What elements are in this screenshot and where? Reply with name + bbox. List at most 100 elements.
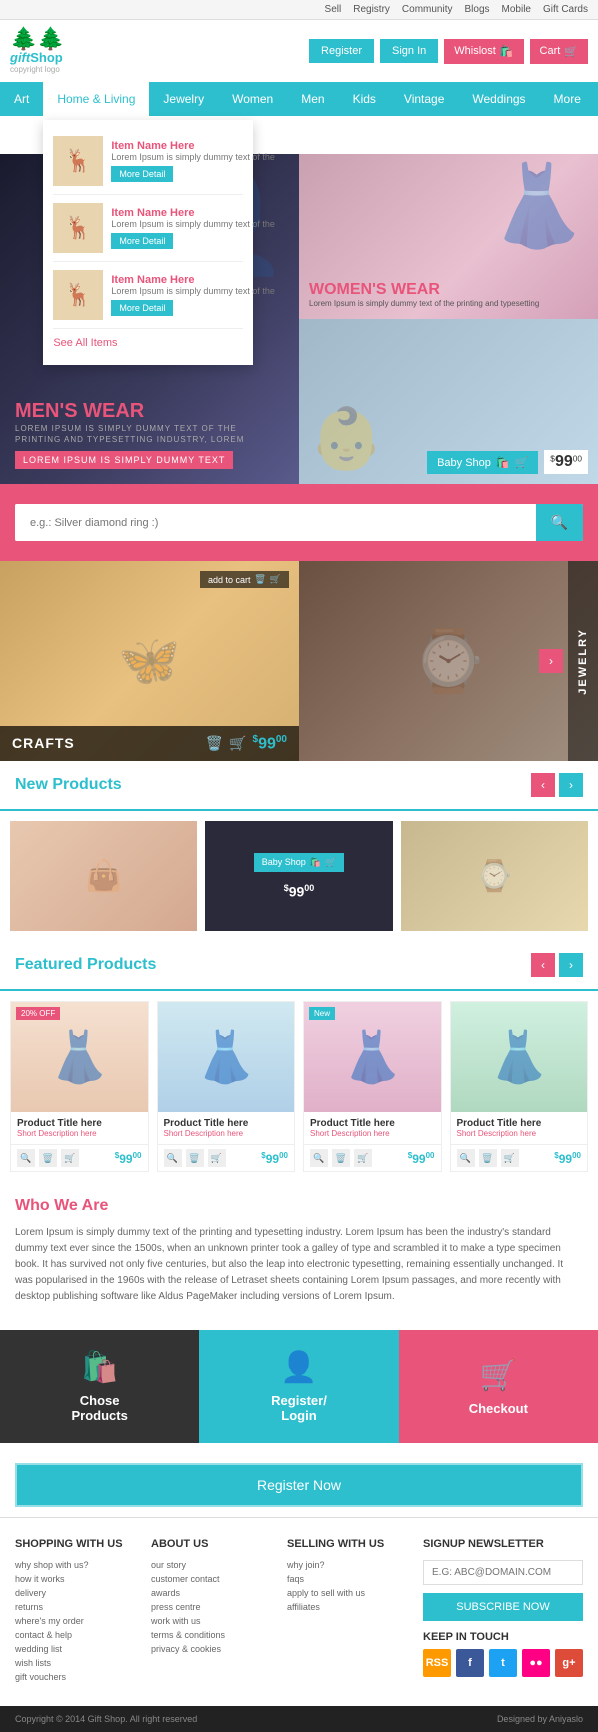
featured-card-1-footer: 🔍 🗑️ 🛒 $9900	[11, 1144, 148, 1171]
footer-link-awards[interactable]: awards	[151, 1588, 272, 1598]
footer-link-our-story[interactable]: our story	[151, 1560, 272, 1570]
nav-item-home-living[interactable]: Home & Living 🦌 Item Name Here Lorem Ips…	[43, 82, 149, 116]
footer-about-title: ABOUT US	[151, 1538, 272, 1550]
new-product-2-img: Baby Shop 🛍️ 🛒 $9900	[205, 821, 392, 931]
step-register-icon: 👤	[280, 1350, 317, 1385]
googleplus-icon[interactable]: g+	[555, 1649, 583, 1677]
footer-link-why-shop[interactable]: why shop with us?	[15, 1560, 136, 1570]
nav-item-more[interactable]: More	[540, 82, 595, 116]
dropdown-item-3-desc: Lorem Ipsum is simply dummy text of the	[111, 286, 275, 298]
footer-link-terms[interactable]: terms & conditions	[151, 1630, 272, 1640]
footer-link-contact[interactable]: contact & help	[15, 1630, 136, 1640]
cart-button[interactable]: Cart 🛒	[530, 39, 588, 64]
featured-card-4-wishlist-btn[interactable]: 🔍	[457, 1149, 475, 1167]
see-all-items-link[interactable]: See All Items	[53, 329, 243, 357]
footer-link-work-with-us[interactable]: work with us	[151, 1616, 272, 1626]
footer-link-wish[interactable]: wish lists	[15, 1658, 136, 1668]
featured-card-4-title: Product Title here	[457, 1118, 582, 1129]
featured-card-2-trash-btn[interactable]: 🗑️	[186, 1149, 204, 1167]
footer-link-apply[interactable]: apply to sell with us	[287, 1588, 408, 1598]
topbar-mobile[interactable]: Mobile	[502, 4, 531, 15]
baby-shop-card-btn[interactable]: Baby Shop 🛍️ 🛒	[254, 853, 344, 872]
footer-link-gift[interactable]: gift vouchers	[15, 1672, 136, 1682]
footer-newsletter-title: SIGNUP NEWSLETTER	[423, 1538, 583, 1550]
logo-area: 🌲🌲 giftShop copyright logo	[10, 28, 65, 74]
baby-card-wishlist-icon: 🛍️	[310, 857, 321, 868]
featured-card-3-trash-btn[interactable]: 🗑️	[332, 1149, 350, 1167]
nav-item-men[interactable]: Men	[287, 82, 338, 116]
footer-link-my-order[interactable]: where's my order	[15, 1616, 136, 1626]
dropdown-item-2-title: Item Name Here	[111, 207, 275, 219]
footer-link-returns[interactable]: returns	[15, 1602, 136, 1612]
footer-link-privacy[interactable]: privacy & cookies	[151, 1644, 272, 1654]
dropdown-item-1-btn[interactable]: More Detail	[111, 166, 173, 182]
nav-item-art[interactable]: Art	[0, 82, 43, 116]
topbar-giftcards[interactable]: Gift Cards	[543, 4, 588, 15]
mens-wear-subtitle: LOREM IPSUM IS SIMPLY DUMMY TEXT OF THE …	[15, 423, 284, 445]
baby-price-badge: $9900	[544, 450, 588, 474]
footer-link-customer-contact[interactable]: customer contact	[151, 1574, 272, 1584]
footer-link-delivery[interactable]: delivery	[15, 1588, 136, 1598]
wishlist-button[interactable]: Whislost 🛍️	[444, 39, 523, 64]
featured-card-2-wishlist-btn[interactable]: 🔍	[164, 1149, 182, 1167]
footer-link-why-join[interactable]: why join?	[287, 1560, 408, 1570]
new-products-prev-btn[interactable]: ‹	[531, 773, 555, 797]
register-now-button[interactable]: Register Now	[15, 1463, 583, 1507]
rss-icon[interactable]: RSS	[423, 1649, 451, 1677]
featured-card-3-cart-btn[interactable]: 🛒	[354, 1149, 372, 1167]
search-input[interactable]	[15, 504, 536, 541]
nav-item-kids[interactable]: Kids	[339, 82, 390, 116]
dropdown-item-3-btn[interactable]: More Detail	[111, 300, 173, 316]
footer-link-faqs[interactable]: faqs	[287, 1574, 408, 1584]
showcase-next-button[interactable]: ›	[539, 649, 563, 673]
signin-button[interactable]: Sign In	[380, 39, 438, 63]
crafts-price-area: 🗑️ 🛒 $9900	[206, 734, 287, 753]
register-now-section: Register Now	[0, 1453, 598, 1517]
featured-card-3-wishlist-btn[interactable]: 🔍	[310, 1149, 328, 1167]
featured-card-1-cart-btn[interactable]: 🛒	[61, 1149, 79, 1167]
register-button[interactable]: Register	[309, 39, 374, 63]
dropdown-item-2-text: Item Name Here Lorem Ipsum is simply dum…	[111, 207, 275, 250]
twitter-icon[interactable]: t	[489, 1649, 517, 1677]
add-to-cart-overlay[interactable]: add to cart 🗑️ 🛒	[200, 571, 289, 588]
new-products-next-btn[interactable]: ›	[559, 773, 583, 797]
nav-item-jewelry[interactable]: Jewelry	[149, 82, 218, 116]
keep-in-touch-title: KEEP IN TOUCH	[423, 1631, 583, 1643]
footer-link-how-it-works[interactable]: how it works	[15, 1574, 136, 1584]
facebook-icon[interactable]: f	[456, 1649, 484, 1677]
new-product-3-img: ⌚	[401, 821, 588, 931]
step-register-login: 👤 Register/Login	[199, 1330, 398, 1443]
wishlist-icon-baby: 🛍️	[496, 456, 510, 469]
featured-next-btn[interactable]: ›	[559, 953, 583, 977]
nav-item-women[interactable]: Women	[218, 82, 287, 116]
nav-item-weddings[interactable]: Weddings	[458, 82, 539, 116]
search-button[interactable]: 🔍	[536, 504, 583, 541]
featured-card-2-cart-btn[interactable]: 🛒	[208, 1149, 226, 1167]
featured-prev-btn[interactable]: ‹	[531, 953, 555, 977]
new-product-3: ⌚	[401, 821, 588, 931]
baby-shop-button[interactable]: Baby Shop 🛍️ 🛒	[427, 451, 538, 474]
baby-card-cart-icon: 🛒	[325, 857, 336, 868]
topbar-registry[interactable]: Registry	[353, 4, 390, 15]
crafts-price: $9900	[253, 734, 287, 753]
dropdown-item-2-btn[interactable]: More Detail	[111, 233, 173, 249]
newsletter-email-input[interactable]	[423, 1560, 583, 1585]
featured-card-1-wishlist-btn[interactable]: 🔍	[17, 1149, 35, 1167]
footer-link-press[interactable]: press centre	[151, 1602, 272, 1612]
featured-card-1-info: Product Title here Short Description her…	[11, 1112, 148, 1144]
footer-link-wedding[interactable]: wedding list	[15, 1644, 136, 1654]
nav-item-vintage[interactable]: Vintage	[390, 82, 458, 116]
new-products-nav: ‹ ›	[531, 773, 583, 797]
topbar-sell[interactable]: Sell	[325, 4, 342, 15]
featured-card-1-desc: Short Description here	[17, 1129, 142, 1138]
dropdown-item-3-title: Item Name Here	[111, 274, 275, 286]
featured-card-1-trash-btn[interactable]: 🗑️	[39, 1149, 57, 1167]
topbar-blogs[interactable]: Blogs	[465, 4, 490, 15]
featured-card-4-cart-btn[interactable]: 🛒	[501, 1149, 519, 1167]
flickr-icon[interactable]: ●●	[522, 1649, 550, 1677]
footer-link-affiliates[interactable]: affiliates	[287, 1602, 408, 1612]
featured-card-4-trash-btn[interactable]: 🗑️	[479, 1149, 497, 1167]
subscribe-now-button[interactable]: SUBSCRIBE NOW	[423, 1593, 583, 1621]
topbar-community[interactable]: Community	[402, 4, 453, 15]
header: 🌲🌲 giftShop copyright logo Register Sign…	[0, 20, 598, 82]
